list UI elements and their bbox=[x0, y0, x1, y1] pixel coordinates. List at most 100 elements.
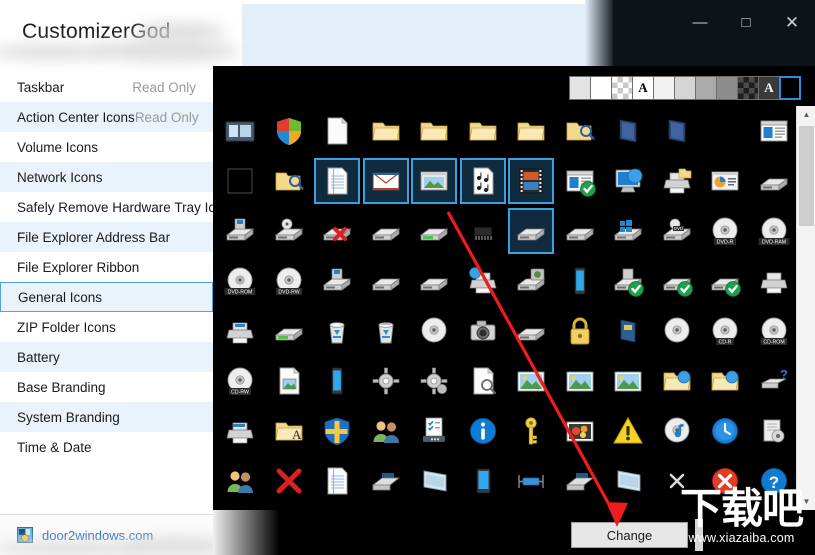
grid-cell[interactable] bbox=[605, 308, 651, 354]
grid-cell[interactable] bbox=[411, 158, 457, 204]
grid-cell[interactable] bbox=[460, 108, 506, 154]
swatch-black[interactable] bbox=[779, 76, 801, 100]
grid-cell[interactable] bbox=[508, 308, 554, 354]
grid-cell[interactable] bbox=[605, 458, 651, 504]
minimize-button[interactable]: — bbox=[677, 0, 723, 44]
grid-cell[interactable] bbox=[314, 258, 360, 304]
sidebar-item-safely-remove-hardware-tray-icon[interactable]: Safely Remove Hardware Tray Icon bbox=[0, 192, 213, 222]
grid-cell[interactable] bbox=[508, 358, 554, 404]
scrollbar-thumb[interactable] bbox=[799, 126, 814, 226]
sidebar-item-volume-icons[interactable]: Volume Icons bbox=[0, 132, 213, 162]
grid-cell[interactable] bbox=[362, 158, 409, 204]
sidebar-item-time-date[interactable]: Time & Date bbox=[0, 432, 213, 462]
sidebar-list[interactable]: Taskbar Read Only Action Center Icons Read … bbox=[0, 72, 213, 514]
grid-cell-empty[interactable] bbox=[702, 108, 748, 154]
grid-cell[interactable] bbox=[411, 408, 457, 454]
grid-cell[interactable] bbox=[605, 208, 651, 254]
swatch-strip[interactable]: AA bbox=[569, 76, 801, 100]
grid-cell[interactable] bbox=[751, 158, 797, 204]
grid-cell[interactable] bbox=[508, 258, 554, 304]
grid-cell[interactable] bbox=[702, 258, 748, 304]
grid-cell[interactable] bbox=[751, 258, 797, 304]
grid-scrollbar[interactable]: ▲ ▼ bbox=[796, 106, 815, 510]
grid-cell[interactable] bbox=[508, 108, 554, 154]
grid-cell[interactable] bbox=[557, 108, 603, 154]
sidebar-item-general-icons[interactable]: General Icons bbox=[0, 282, 213, 312]
grid-cell[interactable] bbox=[411, 358, 457, 404]
grid-cell[interactable] bbox=[605, 408, 651, 454]
swatch-pale-gray[interactable] bbox=[674, 76, 696, 100]
swatch-mid-gray[interactable] bbox=[695, 76, 717, 100]
grid-cell[interactable] bbox=[508, 158, 554, 204]
grid-cell[interactable] bbox=[217, 108, 263, 154]
grid-cell[interactable]: CD-ROM bbox=[751, 308, 797, 354]
sidebar-item-base-branding[interactable]: Base Branding bbox=[0, 372, 213, 402]
grid-cell[interactable] bbox=[654, 158, 700, 204]
grid-cell[interactable] bbox=[411, 458, 457, 504]
sidebar-item-file-explorer-ribbon[interactable]: File Explorer Ribbon bbox=[0, 252, 213, 282]
sidebar-item-network-icons[interactable]: Network Icons bbox=[0, 162, 213, 192]
grid-cell[interactable] bbox=[459, 158, 506, 204]
grid-cell[interactable] bbox=[411, 258, 457, 304]
grid-cell[interactable] bbox=[557, 458, 603, 504]
grid-cell[interactable] bbox=[557, 208, 603, 254]
grid-cell[interactable] bbox=[266, 108, 312, 154]
grid-cell[interactable]: A bbox=[266, 408, 312, 454]
grid-cell[interactable]: DVD bbox=[654, 208, 700, 254]
grid-cell[interactable] bbox=[460, 208, 506, 254]
grid-cell[interactable]: DVD-RW bbox=[266, 258, 312, 304]
scroll-down-icon[interactable]: ▼ bbox=[797, 493, 815, 510]
grid-cell[interactable] bbox=[314, 158, 360, 204]
grid-cell[interactable] bbox=[266, 308, 312, 354]
grid-cell[interactable] bbox=[314, 408, 360, 454]
change-button[interactable]: Change bbox=[571, 522, 688, 548]
grid-cell[interactable] bbox=[266, 158, 312, 204]
grid-cell[interactable] bbox=[654, 458, 700, 504]
grid-cell[interactable] bbox=[557, 358, 603, 404]
grid-cell[interactable] bbox=[605, 358, 651, 404]
grid-cell[interactable] bbox=[411, 308, 457, 354]
grid-cell[interactable] bbox=[702, 408, 748, 454]
swatch-checker-light[interactable] bbox=[611, 76, 633, 100]
grid-cell[interactable] bbox=[508, 208, 554, 254]
grid-cell[interactable] bbox=[266, 358, 312, 404]
grid-cell[interactable]: DVD-R bbox=[702, 208, 748, 254]
grid-cell[interactable]: DVD-ROM bbox=[217, 258, 263, 304]
grid-cell[interactable] bbox=[314, 308, 360, 354]
grid-cell[interactable] bbox=[460, 358, 506, 404]
sidebar-item-zip-folder-icons[interactable]: ZIP Folder Icons bbox=[0, 312, 213, 342]
swatch-near-white[interactable] bbox=[653, 76, 675, 100]
grid-cell[interactable] bbox=[460, 408, 506, 454]
grid-cell[interactable] bbox=[751, 408, 797, 454]
grid-cell[interactable] bbox=[557, 408, 603, 454]
grid-cell[interactable] bbox=[363, 258, 409, 304]
grid-cell[interactable] bbox=[654, 408, 700, 454]
grid-cell[interactable] bbox=[654, 108, 700, 154]
grid-cell[interactable] bbox=[411, 108, 457, 154]
sidebar-item-battery[interactable]: Battery bbox=[0, 342, 213, 372]
grid-cell[interactable] bbox=[654, 258, 700, 304]
grid-cell[interactable] bbox=[702, 458, 748, 504]
grid-cell[interactable] bbox=[363, 108, 409, 154]
swatch-white[interactable] bbox=[590, 76, 612, 100]
grid-cell[interactable] bbox=[702, 158, 748, 204]
sidebar-item-taskbar[interactable]: Taskbar Read Only bbox=[0, 72, 213, 102]
grid-cell[interactable]: DVD-RAM bbox=[751, 208, 797, 254]
grid-cell[interactable] bbox=[266, 208, 312, 254]
icon-grid-container[interactable]: DVD DVD-R DVD-RAM DVD-ROM DVD-RW CD-R CD-ROM CD… bbox=[213, 106, 796, 510]
grid-cell[interactable] bbox=[508, 458, 554, 504]
grid-cell[interactable] bbox=[751, 108, 797, 154]
window-controls[interactable]: — □ ✕ bbox=[677, 0, 815, 44]
close-button[interactable]: ✕ bbox=[769, 0, 815, 44]
grid-cell[interactable] bbox=[217, 158, 263, 204]
swatch-checker-dark[interactable] bbox=[737, 76, 759, 100]
grid-cell[interactable] bbox=[266, 458, 312, 504]
swatch-dark-gray[interactable] bbox=[716, 76, 738, 100]
swatch-light-gray[interactable] bbox=[569, 76, 591, 100]
grid-cell[interactable] bbox=[217, 308, 263, 354]
scroll-up-icon[interactable]: ▲ bbox=[797, 106, 815, 123]
door2windows-link[interactable]: door2windows.com bbox=[42, 528, 153, 543]
grid-cell[interactable] bbox=[557, 258, 603, 304]
grid-cell[interactable] bbox=[557, 308, 603, 354]
grid-cell[interactable] bbox=[605, 158, 651, 204]
